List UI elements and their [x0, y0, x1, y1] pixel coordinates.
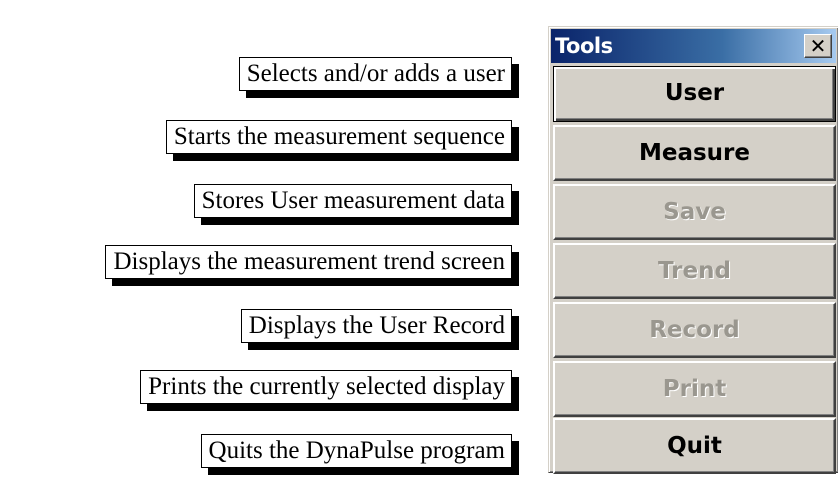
print-button[interactable]: Print: [553, 361, 836, 417]
trend-button[interactable]: Trend: [553, 243, 836, 299]
record-button[interactable]: Record: [553, 302, 836, 358]
callout-quit: Quits the DynaPulse program: [200, 434, 512, 468]
callout-record: Displays the User Record: [240, 309, 512, 343]
tools-window: Tools ✕ User Measure Save Trend Record P…: [548, 26, 838, 474]
callout-print: Prints the currently selected display: [140, 370, 512, 404]
callout-save: Stores User measurement data: [193, 184, 512, 218]
callout-trend: Displays the measurement trend screen: [105, 245, 512, 279]
quit-button[interactable]: Quit: [553, 418, 836, 474]
close-icon: ✕: [809, 34, 827, 58]
user-button[interactable]: User: [553, 66, 836, 122]
window-titlebar[interactable]: Tools ✕: [551, 29, 836, 63]
callout-user: Selects and/or adds a user: [238, 57, 512, 91]
close-button[interactable]: ✕: [804, 34, 832, 58]
measure-button[interactable]: Measure: [553, 125, 836, 181]
window-title: Tools: [555, 34, 613, 58]
save-button[interactable]: Save: [553, 184, 836, 240]
callout-measure: Starts the measurement sequence: [165, 120, 512, 154]
